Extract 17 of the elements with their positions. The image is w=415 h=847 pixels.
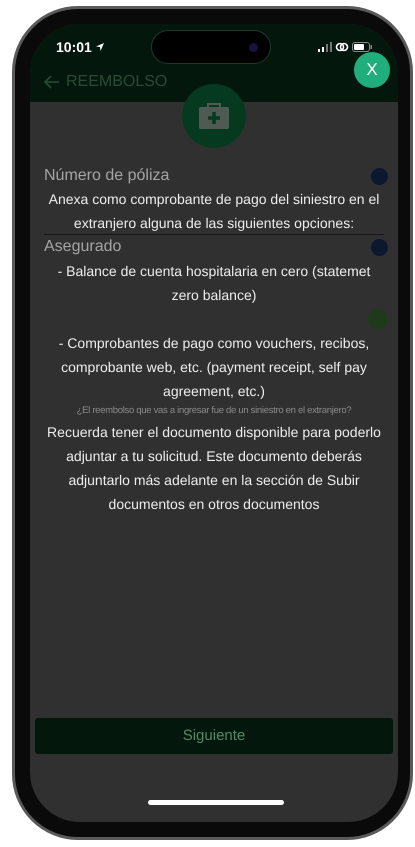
field-label: Asegurado [44, 238, 122, 256]
medical-kit-icon [199, 103, 229, 129]
status-time: 10:01 [56, 38, 92, 56]
question-text: ¿El reembolso que vas a ingresar fue de un siniestro en el extranjero? [76, 405, 352, 416]
overlay-paragraph: Anexa como comprobante de pago del siniestro en el extranjero alguna de las siguientes opciones: [48, 190, 380, 233]
info-icon[interactable] [371, 238, 388, 256]
overlay-paragraph: - Balance de cuenta hospitalaria en cero (statemet zero balance) [56, 262, 372, 305]
field-label: Número de póliza [44, 167, 170, 185]
back-arrow-icon[interactable] [44, 75, 60, 89]
signal-icon [318, 42, 332, 52]
battery-icon [352, 42, 372, 52]
link-icon [335, 42, 349, 52]
location-arrow-icon [94, 42, 105, 52]
overlay-paragraph: Recuerda tener el documento disponible para poderlo adjuntar a tu solicitud. Este documento deberás adjuntarlo más adelante en la sección de Subir documentos en otros documentos [46, 423, 382, 514]
info-icon[interactable] [371, 168, 388, 184]
overlay-paragraph: - Comprobantes de pago como vouchers, recibos, comprobante web, etc. (payment receipt, self pay agreement, etc.) [58, 334, 370, 401]
camera-lens-icon [249, 42, 258, 52]
